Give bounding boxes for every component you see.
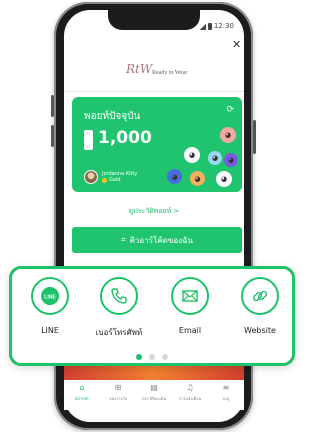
- points-badge-icon: [84, 130, 93, 150]
- smiley-icon: ◕: [167, 169, 182, 184]
- brand-logo: RtW: [126, 62, 153, 76]
- phone-volume-button: [51, 125, 54, 147]
- nav-label: ประวัติของฉัน: [141, 396, 167, 401]
- contact-phone-button[interactable]: เบอร์โทรศัพท์: [89, 277, 149, 339]
- contact-website-button[interactable]: Website: [230, 277, 290, 335]
- contact-label: Website: [244, 326, 276, 335]
- points-card: พอยท์ปัจจุบัน ⟳ 1,000 Jordanna Kitty Gol…: [72, 97, 242, 192]
- promo-banner: [64, 366, 244, 380]
- contact-line-button[interactable]: LINE LINE: [20, 277, 80, 335]
- svg-text:LINE: LINE: [44, 295, 56, 301]
- phone-volume-button: [51, 95, 54, 117]
- status-icons: [200, 23, 212, 30]
- app-header: RtW Ready to Wear: [64, 58, 244, 92]
- points-history-link[interactable]: ดูประวัติพอยท์ >: [64, 206, 244, 217]
- member-tier: Gold: [102, 177, 137, 183]
- smiley-icon: ◕: [208, 151, 222, 165]
- nav-label: การแจ้งเตือน: [178, 396, 202, 401]
- pager-dots: [12, 354, 292, 360]
- nav-item-notifications[interactable]: ♫ การแจ้งเตือน: [172, 383, 208, 402]
- nav-item-home[interactable]: ⌂ หน้าหลัก: [64, 383, 100, 402]
- bottom-nav: ⌂ หน้าหลัก ⊞ ของรางวัล ▤ ประวัติของฉัน ♫…: [64, 380, 244, 410]
- brand-name: Ready to Wear: [152, 70, 188, 76]
- signal-icon: [200, 24, 206, 30]
- phone-notch: [108, 10, 200, 30]
- contact-email-button[interactable]: Email: [160, 277, 220, 335]
- smiley-icon: ◕: [184, 147, 200, 163]
- link-icon: [241, 277, 279, 315]
- nav-label: ของรางวัล: [108, 396, 128, 401]
- email-icon: [171, 277, 209, 315]
- nav-label: หน้าหลัก: [74, 396, 90, 401]
- points-value: 1,000: [98, 128, 152, 148]
- phone-power-button: [253, 120, 256, 154]
- contact-label: เบอร์โทรศัพท์: [95, 328, 143, 337]
- avatar: [84, 170, 98, 184]
- home-icon: ⌂: [79, 383, 85, 392]
- nav-item-rewards[interactable]: ⊞ ของรางวัล: [100, 383, 136, 402]
- nav-label: เมนู: [222, 396, 230, 401]
- refresh-icon[interactable]: ⟳: [226, 105, 234, 115]
- nav-item-history[interactable]: ▤ ประวัติของฉัน: [136, 383, 172, 402]
- contact-label: LINE: [41, 326, 59, 335]
- contact-label: Email: [178, 326, 202, 335]
- battery-icon: [208, 23, 212, 30]
- member-info: Jordanna Kitty Gold: [84, 170, 137, 184]
- qr-code-icon: ⌗: [121, 235, 126, 244]
- pager-dot[interactable]: [149, 354, 155, 360]
- smiley-icon: ◕: [190, 171, 205, 186]
- gift-icon: ⊞: [114, 383, 122, 392]
- smiley-icon: ◕: [216, 171, 232, 187]
- pager-dot[interactable]: [136, 354, 142, 360]
- contact-popup: LINE LINE เบอร์โทรศัพท์ Email Website: [9, 266, 295, 366]
- qr-button-label: คิวอาร์โค้ดของฉัน: [129, 235, 193, 245]
- history-icon: ▤: [150, 383, 158, 392]
- close-icon[interactable]: ✕: [232, 38, 241, 51]
- smiley-icon: ◕: [220, 127, 236, 143]
- member-tier-label: Gold: [109, 177, 121, 183]
- line-icon: LINE: [31, 277, 69, 315]
- status-time: 12:30: [213, 22, 234, 30]
- pager-dot[interactable]: [162, 354, 168, 360]
- phone-icon: [100, 277, 138, 315]
- bell-icon: ♫: [186, 383, 194, 392]
- gold-tier-icon: [102, 177, 107, 183]
- menu-icon: ≡: [222, 383, 230, 392]
- smiley-icon: ◕: [224, 153, 238, 167]
- nav-item-menu[interactable]: ≡ เมนู: [208, 383, 244, 402]
- points-card-title: พอยท์ปัจจุบัน: [84, 111, 141, 122]
- my-qr-code-button[interactable]: ⌗ คิวอาร์โค้ดของฉัน: [72, 227, 242, 253]
